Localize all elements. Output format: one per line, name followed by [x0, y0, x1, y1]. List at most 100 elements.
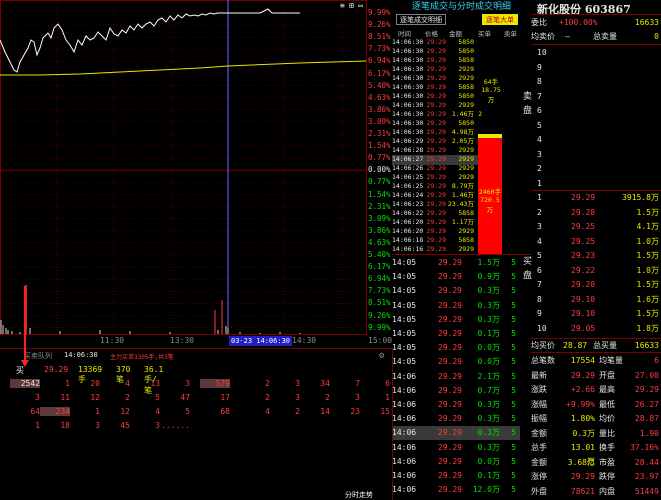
- arrow-head: [21, 360, 29, 367]
- time-label-1430: 14:30: [292, 336, 317, 345]
- minute-row[interactable]: 14:05 29.29 0.0万 5: [392, 355, 520, 368]
- queue-cell: 3: [295, 379, 300, 388]
- minute-row[interactable]: 14:05 29.29 0.0万 5: [392, 341, 520, 354]
- buy-level-index: 1: [537, 193, 542, 202]
- sell-level-row[interactable]: 9: [531, 61, 661, 75]
- minute-count: 5: [511, 414, 516, 424]
- divider: [531, 44, 661, 45]
- buy-level-price: 29.20: [571, 280, 596, 289]
- stat-label: 金额: [531, 457, 547, 467]
- queue-cell: 64: [30, 407, 40, 416]
- stat-row: 总笔数 17554 均笔量 6: [531, 354, 661, 368]
- minute-row[interactable]: 14:06 29.29 12.0万 5: [392, 483, 520, 496]
- intraday-chart[interactable]: 9.99% 9.26% 8.51% 7.73% 6.94% 6.17% 5.40% 4.63%…: [0, 0, 392, 348]
- percent-label: 0.00%: [368, 165, 391, 175]
- minute-row[interactable]: 14:05 29.29 0.3万 5: [392, 299, 520, 312]
- percent-label: 6.94%: [368, 274, 391, 284]
- minute-row[interactable]: 14:06 29.29 0.3万 5: [392, 398, 520, 411]
- buy-level-amount: 1.8万: [636, 323, 659, 333]
- queue-cell: 3: [295, 393, 300, 402]
- sell-level-row[interactable]: 4: [531, 133, 661, 147]
- buy-level-row[interactable]: 10 29.05 1.8万: [531, 322, 661, 336]
- minute-price: 29.29: [437, 400, 462, 409]
- tab-tick-detail[interactable]: 逐笔成交明细: [396, 14, 446, 25]
- sell-level-row[interactable]: 1: [531, 177, 661, 191]
- minute-amount: 0.0万: [477, 343, 500, 353]
- queue-cell: 5: [155, 393, 160, 402]
- sell-level-row[interactable]: 6: [531, 104, 661, 118]
- minute-row[interactable]: 14:06 29.29 0.7万 5: [392, 384, 520, 397]
- stat-value: 0.3万: [572, 428, 595, 438]
- grid-icon[interactable]: ⊞: [349, 1, 354, 10]
- minute-row[interactable]: 14:05 29.29 0.1万 5: [392, 327, 520, 340]
- percent-label: 6.94%: [368, 56, 391, 66]
- avg-price-line: [0, 60, 367, 76]
- queue-info: 主力买单3305手,共3笔: [110, 354, 174, 361]
- minute-time: 14:06: [392, 456, 417, 466]
- minute-row[interactable]: 14:06 29.29 0.1万 5: [392, 469, 520, 482]
- sell-level-row[interactable]: 8: [531, 75, 661, 89]
- minute-row[interactable]: 14:05 29.29 0.3万 5: [392, 313, 520, 326]
- tab-big-orders[interactable]: 逐笔大单: [482, 14, 518, 25]
- minute-row[interactable]: 14:06 29.29 0.0万 5: [392, 455, 520, 468]
- stat-label: 量比: [599, 428, 615, 438]
- minute-amount: 0.9万: [477, 272, 500, 282]
- trade-detail-tabs: 逐笔成交明细 逐笔大单: [392, 14, 531, 26]
- menu-icon[interactable]: ≡: [340, 1, 345, 10]
- buy-level-row[interactable]: 2 29.28 1.5万: [531, 206, 661, 220]
- minute-amount: 0.3万: [477, 314, 500, 324]
- minute-price: 29.29: [437, 414, 462, 424]
- intraday-button[interactable]: 分时走势: [345, 490, 385, 500]
- minute-row[interactable]: 14:05 29.29 0.9万 5: [392, 270, 520, 283]
- sell-level-row[interactable]: 3: [531, 148, 661, 162]
- sell-level-row[interactable]: 5: [531, 119, 661, 133]
- percent-label: 8.51%: [368, 32, 391, 42]
- tick-scrollbar[interactable]: [520, 38, 531, 254]
- queue-cell: 34: [320, 379, 330, 388]
- minute-row[interactable]: 14:06 29.29 0.3万 5: [392, 441, 520, 454]
- buy-level-amount: 1.5万: [636, 280, 659, 289]
- buy-level-row[interactable]: 1 29.29 3915.8万: [531, 191, 661, 205]
- minute-time: 14:06: [392, 371, 417, 381]
- percent-label: 3.09%: [368, 116, 391, 126]
- queue-cell: 234: [40, 407, 70, 416]
- sell-level-row[interactable]: 10: [531, 46, 661, 60]
- buy-level-row[interactable]: 7 29.20 1.5万: [531, 278, 661, 292]
- stat-value: 51449: [634, 486, 659, 496]
- stat-label: 总手: [531, 443, 547, 452]
- percent-label: 4.63%: [368, 92, 391, 102]
- minute-row[interactable]: 14:06 29.29 0.3万 5: [392, 426, 520, 440]
- sell-level-row[interactable]: 7: [531, 90, 661, 104]
- stat-value: 26.27: [634, 399, 659, 409]
- stat-label: 振幅: [531, 414, 547, 423]
- minute-row[interactable]: 14:06 29.29 2.1万 5: [392, 370, 520, 383]
- settings-icon[interactable]: ⚙: [379, 351, 384, 361]
- minute-row[interactable]: 14:05 29.29 1.5万 5: [392, 256, 520, 269]
- buy-level-amount: 1.5万: [636, 251, 659, 260]
- buy-level-row[interactable]: 6 29.22 1.0万: [531, 264, 661, 278]
- minute-time: 14:06: [392, 471, 417, 480]
- buy-level-row[interactable]: 4 29.25 1.0万: [531, 235, 661, 249]
- buy-level-row[interactable]: 8 29.10 1.6万: [531, 293, 661, 307]
- time-label-1500: 15:00: [368, 336, 393, 345]
- buy-level-price: 29.22: [571, 265, 596, 275]
- time-label-1130: 11:30: [100, 336, 125, 345]
- queue-cell: 13: [150, 379, 160, 388]
- window-icon[interactable]: ▭: [358, 1, 363, 10]
- percent-label: 1.54%: [368, 189, 391, 199]
- intraday-chart-svg[interactable]: [0, 0, 392, 348]
- queue-cell: 4: [265, 407, 270, 416]
- minute-time: 14:05: [392, 300, 417, 310]
- header-price: 价格: [425, 30, 438, 38]
- stat-label: 总笔数: [531, 356, 555, 365]
- minute-row[interactable]: 14:05 29.29 0.3万 5: [392, 284, 520, 297]
- sell-level-row[interactable]: 2: [531, 162, 661, 176]
- minute-time: 14:06: [392, 485, 417, 495]
- weibi-label: 委比: [531, 18, 547, 27]
- queue-cell: 11: [60, 393, 70, 402]
- buy-level-row[interactable]: 3 29.25 4.1万: [531, 220, 661, 234]
- buy-level-row[interactable]: 5 29.23 1.5万: [531, 249, 661, 263]
- buy-level-index: 6: [537, 265, 542, 275]
- minute-row[interactable]: 14:06 29.29 0.3万 5: [392, 412, 520, 425]
- buy-level-row[interactable]: 9 29.10 1.5万: [531, 307, 661, 321]
